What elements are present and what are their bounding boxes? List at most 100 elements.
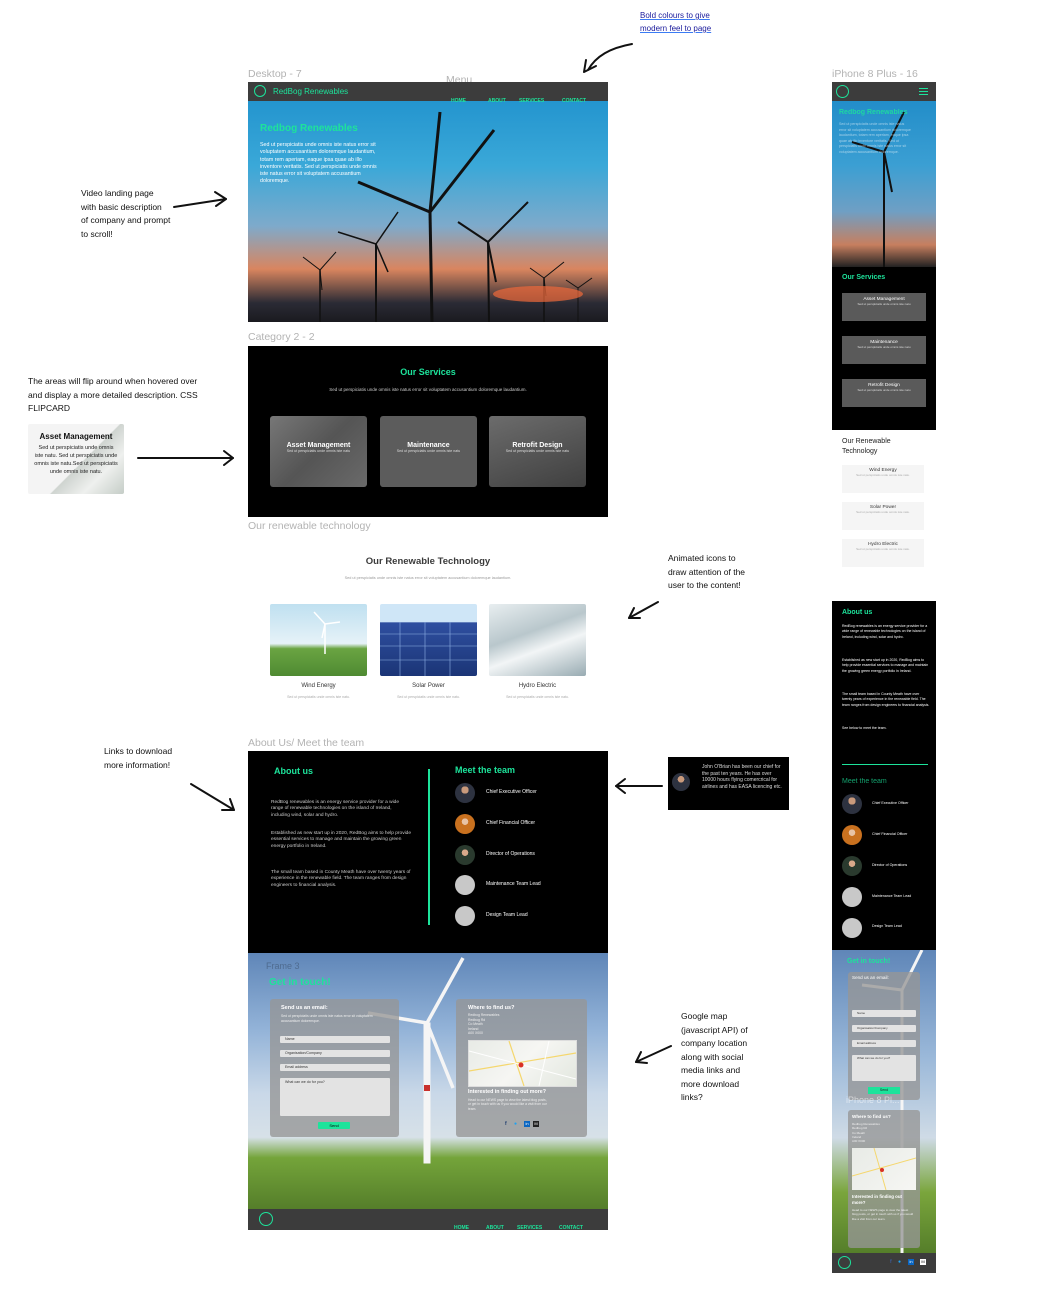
hero-text: Sed ut perspiciatis unde omnis iste natu…	[260, 142, 377, 185]
frame-label-iphone: iPhone 8 Plus - 16	[832, 68, 918, 80]
footer-nav-home[interactable]: HOME	[454, 1225, 469, 1231]
mobile-name-field[interactable]: Name	[852, 1010, 916, 1017]
email-field[interactable]: Email address	[280, 1064, 390, 1071]
mobile-email-icon[interactable]: M	[920, 1259, 926, 1265]
desktop-services: Our Services Sed ut perspiciatis unde om…	[248, 346, 608, 517]
nav-contact[interactable]: CONTACT	[562, 98, 586, 104]
footer-nav-contact[interactable]: CONTACT	[559, 1225, 583, 1231]
avatar[interactable]	[842, 856, 862, 876]
tech-label-hydro: Hydro Electric	[518, 683, 557, 689]
service-card-asset[interactable]: Asset Management Sed ut perspiciatis und…	[270, 416, 367, 487]
avatar	[672, 773, 690, 791]
nav-services[interactable]: SERVICES	[519, 98, 544, 104]
mobile-address: Redbog Renewables Redbog Rd Co Meath Ire…	[852, 1122, 880, 1144]
mobile-find-us-panel: Where to find us? Redbog Renewables Redb…	[848, 1110, 920, 1248]
email-title: Send us an email:	[281, 1005, 328, 1011]
frame3-label: Frame 3	[266, 961, 300, 971]
twitter-icon[interactable]: ●	[514, 1121, 517, 1127]
mobile-about-p2: Established as new start up in 2020, Red…	[842, 658, 929, 673]
footer-logo-icon[interactable]	[259, 1212, 273, 1226]
footer-nav-services[interactable]: SERVICES	[517, 1225, 542, 1231]
mobile-email-panel: Send us an email: Name Organisation/Comp…	[848, 972, 920, 1100]
footer-nav-about[interactable]: ABOUT	[486, 1225, 504, 1231]
tech-image-hydro[interactable]	[489, 604, 586, 676]
mobile-logo-icon[interactable]	[836, 85, 849, 98]
mobile-google-map[interactable]	[851, 1147, 917, 1191]
mobile-tech-card-solar[interactable]: Solar Power Sed ut perspiciatis unde omn…	[842, 502, 924, 530]
tech-image-wind[interactable]	[270, 604, 367, 676]
logo-icon[interactable]	[254, 85, 266, 97]
service-card-maintenance[interactable]: Maintenance Sed ut perspiciatis unde omn…	[380, 416, 477, 487]
desktop-navbar: RedBog Renewables HOME ABOUT SERVICES CO…	[248, 82, 608, 104]
mobile-linkedin-icon[interactable]: in	[908, 1259, 914, 1265]
mobile-email-field[interactable]: Email address	[852, 1040, 916, 1047]
mobile-service-card-retrofit[interactable]: Retrofit Design Sed ut perspiciatis unde…	[842, 379, 926, 407]
tech-label-solar: Solar Power	[412, 683, 445, 689]
desktop-about: About us RedBog renewables is an energy …	[248, 751, 608, 953]
mobile-org-field[interactable]: Organisation/Company	[852, 1025, 916, 1032]
interested-text: Head to our NEWS page to view the latest…	[468, 1098, 547, 1111]
avatar[interactable]	[455, 783, 475, 803]
mobile-team-title: Meet the team	[842, 778, 887, 785]
address-text: Redbog Renewables Redbog Rd Co Meath Ire…	[468, 1013, 500, 1035]
services-subtitle: Sed ut perspiciatis unde omnis iste natu…	[329, 387, 527, 392]
desktop-footer: HOME ABOUT SERVICES CONTACT	[248, 1209, 608, 1231]
linkedin-icon[interactable]: in	[524, 1121, 530, 1127]
team-title: Meet the team	[455, 765, 516, 775]
nav-about[interactable]: ABOUT	[488, 98, 506, 104]
team-role-maintenance: Maintenance Team Lead	[486, 881, 541, 887]
service-card-title: Maintenance	[407, 442, 450, 449]
facebook-icon[interactable]: f	[505, 1121, 507, 1127]
avatar[interactable]	[842, 825, 862, 845]
avatar[interactable]	[455, 845, 475, 865]
desktop-technology: Our Renewable Technology Sed ut perspici…	[248, 540, 608, 720]
nav-home[interactable]: HOME	[451, 98, 466, 104]
google-map[interactable]	[468, 1040, 577, 1087]
mobile-twitter-icon[interactable]: ●	[898, 1259, 901, 1265]
solar-icon	[380, 622, 477, 676]
service-card-text: Sed ut perspiciatis unde omnis iste natu	[505, 449, 570, 453]
avatar[interactable]	[455, 906, 475, 926]
mobile-facebook-icon[interactable]: f	[890, 1259, 892, 1265]
mobile-frame-bottom: About us RedBog renewables is an energy …	[832, 601, 936, 1273]
mobile-about-title: About us	[842, 609, 873, 616]
frame-label-desktop: Desktop - 7	[248, 68, 302, 80]
mobile-send-button[interactable]: Send	[868, 1087, 900, 1094]
tech-image-solar[interactable]	[380, 604, 477, 676]
desktop-hero: RedBog Renewables HOME ABOUT SERVICES CO…	[248, 82, 608, 322]
avatar[interactable]	[842, 918, 862, 938]
service-card-retrofit[interactable]: Retrofit Design Sed ut perspiciatis unde…	[489, 416, 586, 487]
mobile-service-card-asset[interactable]: Asset Management Sed ut perspiciatis und…	[842, 293, 926, 321]
flip-card-example[interactable]: Asset Management Sed ut perspiciatis und…	[28, 424, 124, 494]
services-title: Our Services	[400, 367, 456, 377]
send-button[interactable]: Send	[318, 1122, 350, 1129]
mobile-hero-text: Sed ut perspiciatis unde omnis iste natu…	[839, 122, 911, 154]
mobile-footer-logo-icon[interactable]	[838, 1256, 851, 1269]
arrow-links	[190, 783, 235, 811]
avatar[interactable]	[455, 814, 475, 834]
mobile-service-card-maintenance[interactable]: Maintenance Sed ut perspiciatis unde omn…	[842, 336, 926, 364]
avatar[interactable]	[842, 887, 862, 907]
desktop-contact: Frame 3 Get in touch! Send us an email: …	[248, 953, 608, 1209]
avatar[interactable]	[455, 875, 475, 895]
team-role-cfo: Chief Financial Officer	[486, 820, 536, 826]
hero-title: Redbog Renewables	[260, 123, 358, 134]
mobile-frame-label: iPhone 8 Pl...	[846, 1095, 900, 1105]
mobile-team-role: Chief Executive Officer	[872, 801, 909, 805]
brand-name[interactable]: RedBog Renewables	[273, 87, 348, 96]
tech-subtitle: Sed ut perspiciatis unde omnis iste natu…	[344, 576, 512, 580]
service-card-title: Retrofit Design	[512, 442, 563, 449]
flip-card-text: Sed ut perspiciatis unde omnis iste natu…	[34, 445, 118, 475]
hamburger-icon[interactable]	[919, 88, 928, 95]
mobile-message-field[interactable]: What can we do for you?	[852, 1055, 916, 1081]
mobile-tech-card-hydro[interactable]: Hydro Electric Sed ut perspiciatis unde …	[842, 539, 924, 567]
mobile-card-text: Sed ut perspiciatis unde omnis iste natu	[857, 388, 911, 392]
mobile-about-see-below: See below to meet the team.	[842, 726, 887, 730]
message-field[interactable]: What can we do for you?	[280, 1078, 390, 1116]
team-role-operations: Director of Operations	[486, 851, 535, 857]
name-field[interactable]: Name	[280, 1036, 390, 1043]
organisation-field[interactable]: Organisation/Company	[280, 1050, 390, 1057]
avatar[interactable]	[842, 794, 862, 814]
email-icon[interactable]: M	[533, 1121, 539, 1127]
mobile-tech-card-wind[interactable]: Wind Energy Sed ut perspiciatis unde omn…	[842, 465, 924, 493]
